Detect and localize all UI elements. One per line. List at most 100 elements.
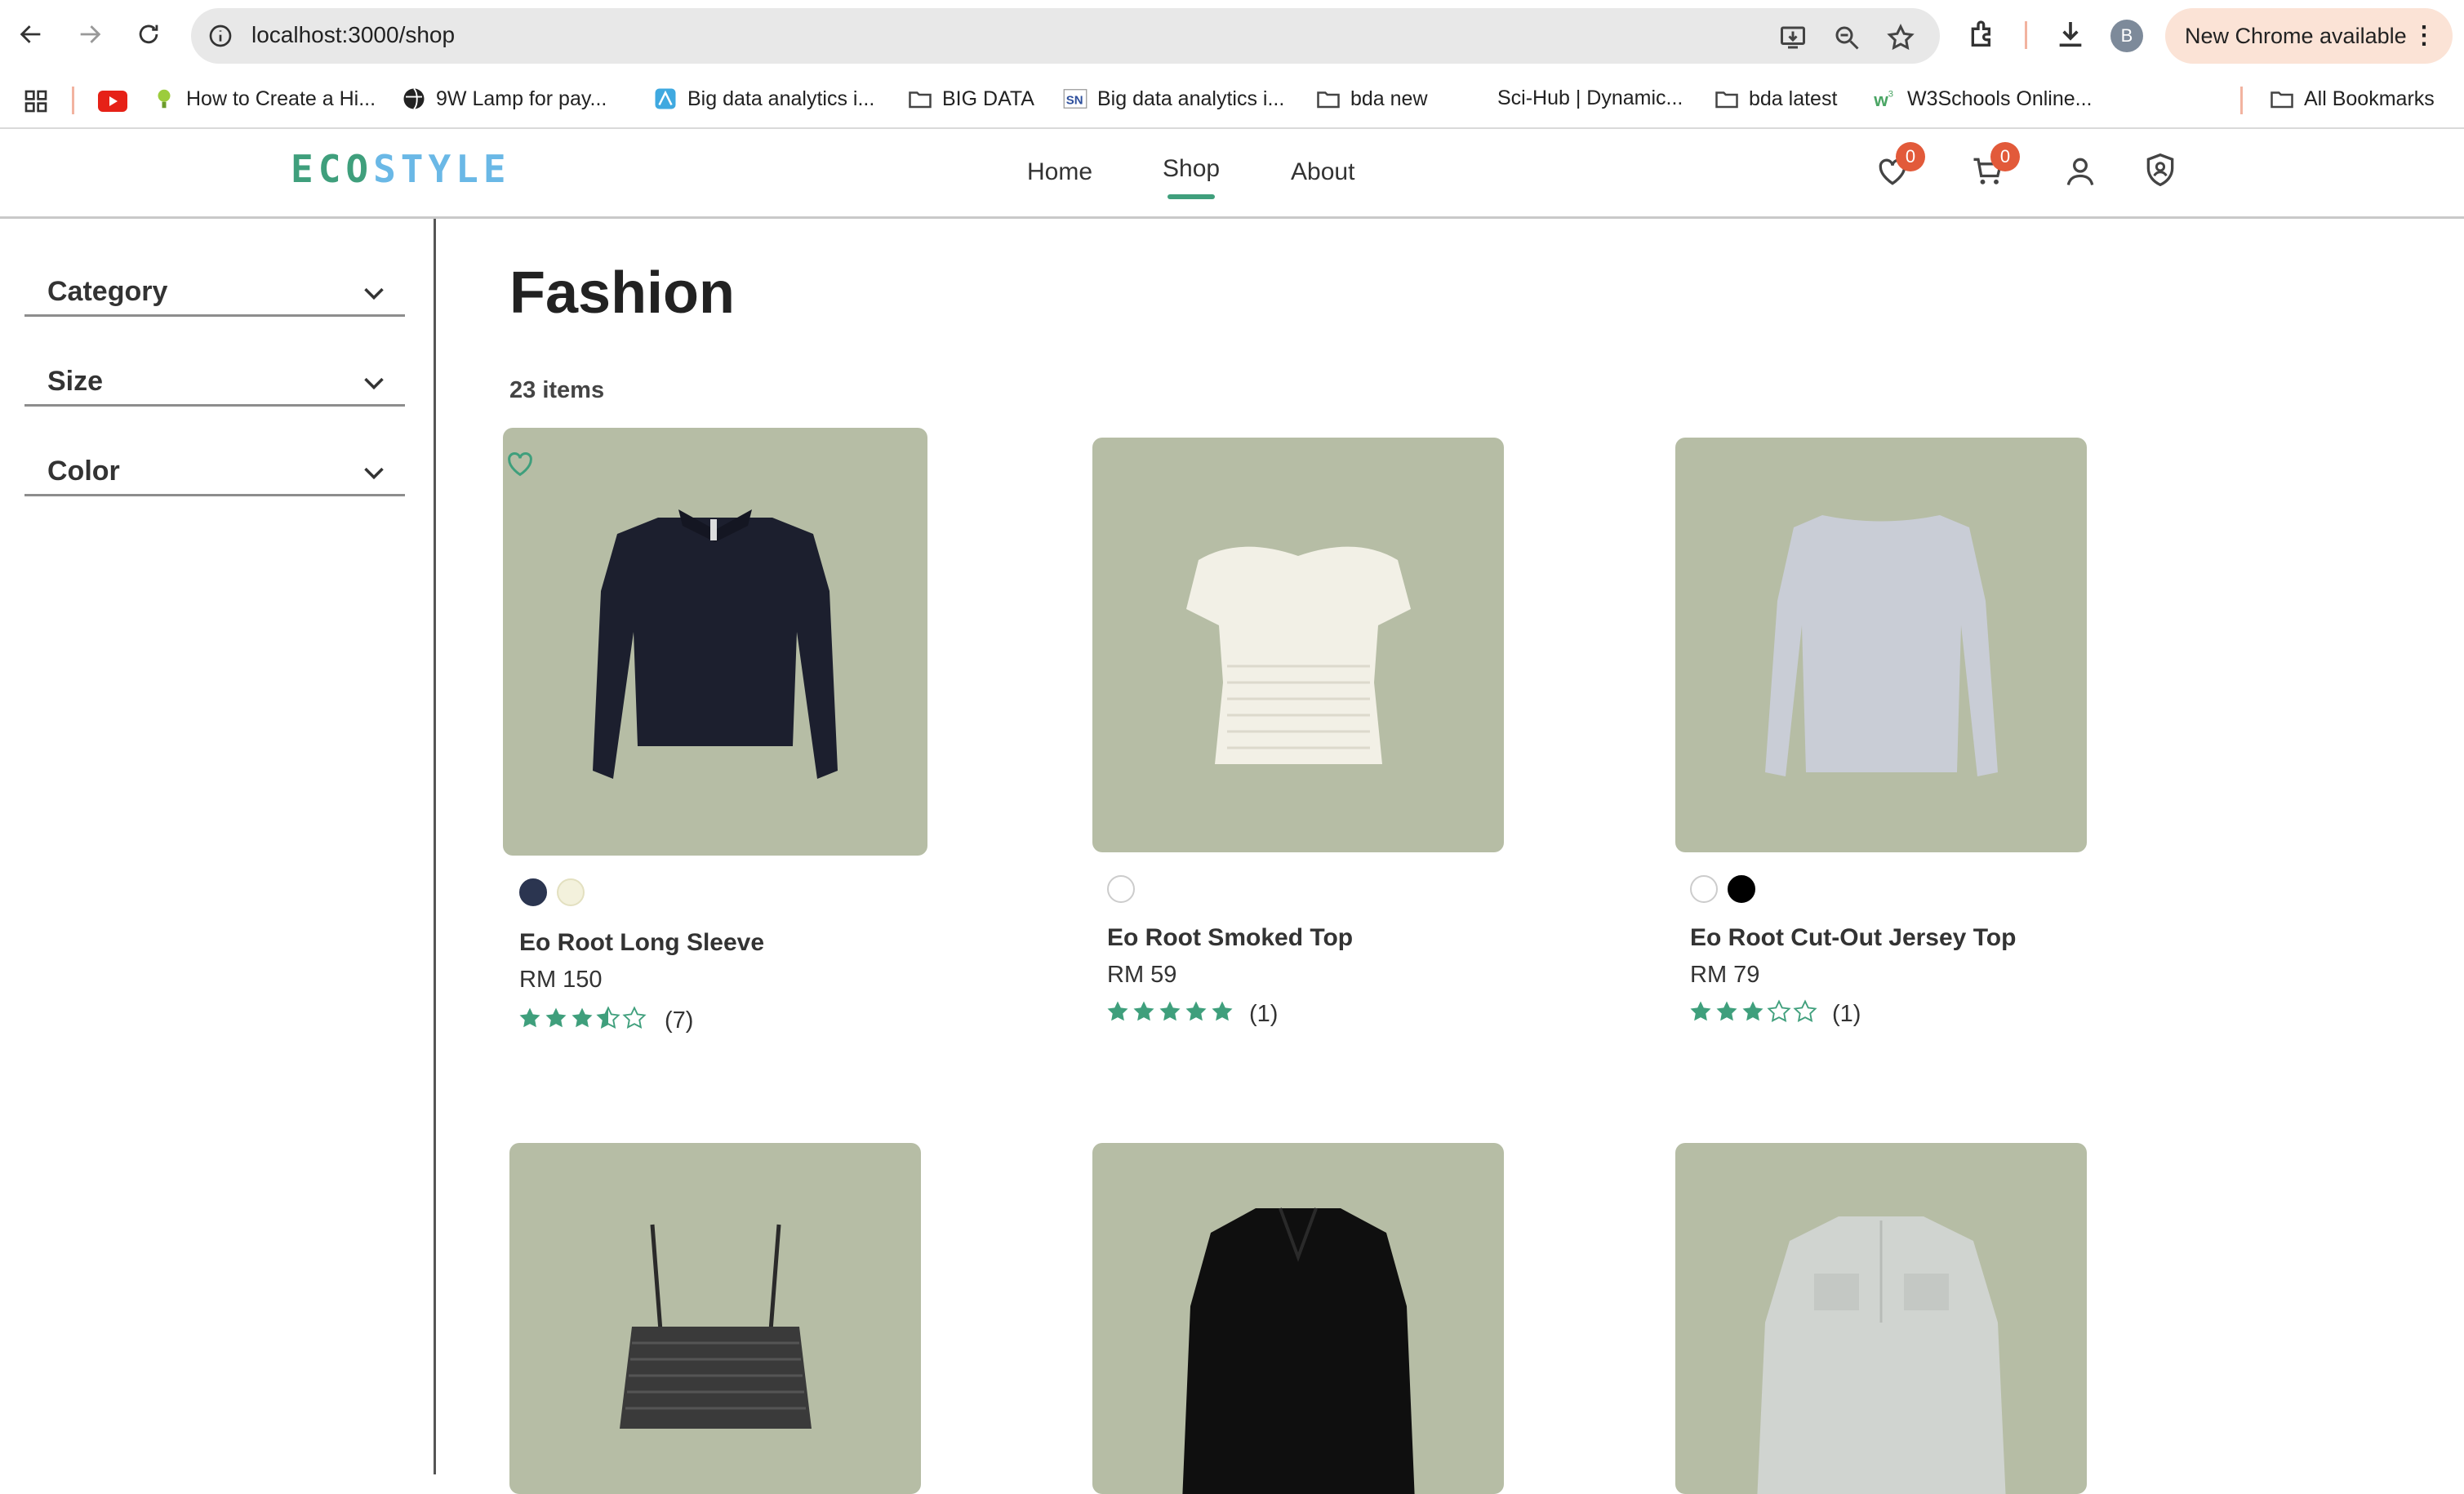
site-info-icon[interactable] [207,23,234,49]
review-count: (1) [1249,1001,1279,1027]
site-logo[interactable]: ECOSTYLE [291,147,511,191]
filter-sidebar: Category Size Color [0,219,436,1474]
filter-color[interactable]: Color [24,447,405,496]
folder-icon [1715,91,1738,109]
color-swatch[interactable] [557,878,585,906]
bookmark-folder[interactable]: BIG DATA [908,87,1034,111]
product-image[interactable] [509,1143,921,1494]
bookmark-label: Big data analytics i... [687,87,875,110]
chevron-down-icon [364,287,384,300]
profile-avatar[interactable]: B [2110,20,2143,52]
star-filled-icon [1690,1001,1711,1021]
product-image[interactable] [503,428,927,856]
filter-label: Color [47,456,120,487]
zoom-icon[interactable] [1832,23,1861,52]
install-app-icon[interactable] [1778,23,1808,52]
reload-icon[interactable] [129,15,168,54]
product-image[interactable] [1675,1143,2087,1494]
product-image[interactable] [1092,438,1504,852]
bookmark-label: Sci-Hub | Dynamic... [1497,87,1683,109]
product-price: RM 150 [519,967,603,993]
black-shirt-image [1182,1207,1415,1494]
star-filled-icon [519,1007,540,1028]
star-filled-icon [545,1007,567,1028]
user-icon[interactable] [2062,153,2098,189]
all-bookmarks-folder[interactable]: All Bookmarks [2270,87,2435,111]
apps-grid-icon[interactable] [23,88,49,114]
star-filled-icon [1107,1001,1128,1021]
bookmark-label: Big data analytics i... [1097,87,1285,110]
bookmarks-divider [72,87,74,114]
folder-icon [1317,91,1340,109]
bookmark-item[interactable]: Big data analytics i... [653,87,874,111]
bookmarks-bar: How to Create a Hi... 9W Lamp for pay...… [0,70,2464,129]
star-filled-icon [1185,1001,1207,1021]
bulb-icon [158,89,171,109]
downloads-icon[interactable] [2054,18,2087,51]
extensions-icon[interactable] [1966,18,1999,51]
new-chrome-label: New Chrome available [2185,23,2407,48]
browser-toolbar: localhost:3000/shop B New Chrome availab… [0,0,2464,70]
review-count: (1) [1832,1001,1861,1027]
nav-shop[interactable]: Shop [1163,155,1220,199]
nav-home[interactable]: Home [1027,158,1092,186]
svg-text:w: w [1873,90,1888,110]
rating-stars [518,1006,647,1030]
back-icon[interactable] [11,15,51,54]
product-name[interactable]: Eo Root Smoked Top [1107,924,1353,952]
product-name[interactable]: Eo Root Cut-Out Jersey Top [1690,924,2016,952]
bookmark-label: How to Create a Hi... [186,87,376,110]
chrome-menu-icon[interactable]: ⋮ [2412,21,2436,50]
star-half-icon [596,1006,620,1029]
color-swatch[interactable] [1728,875,1755,903]
wishlist-button[interactable]: 0 [1873,142,1925,193]
product-price: RM 79 [1690,962,1760,988]
folder-icon [909,91,932,109]
bookmark-folder[interactable]: bda new [1316,87,1428,111]
bookmark-label: 9W Lamp for pay... [436,87,607,110]
bookmark-folder[interactable]: bda latest [1715,87,1837,111]
heart-icon[interactable] [503,447,537,480]
product-image[interactable] [1675,438,2087,852]
product-name[interactable]: Eo Root Long Sleeve [519,929,764,957]
filter-size[interactable]: Size [24,358,405,407]
bookmark-item[interactable]: SN Big data analytics i... [1063,87,1284,111]
filter-category[interactable]: Category [24,268,405,317]
logo-style: STYLE [373,147,511,191]
page-title: Fashion [509,260,736,326]
url-text[interactable]: localhost:3000/shop [251,22,455,48]
item-count: 23 items [509,377,605,403]
svg-text:3: 3 [1888,90,1893,100]
bookmark-item[interactable]: Sci-Hub | Dynamic... [1497,87,1683,110]
bookmark-label: All Bookmarks [2304,87,2435,110]
wishlist-count-badge: 0 [1896,142,1925,171]
bookmark-item[interactable]: 9W Lamp for pay... [402,87,607,111]
new-chrome-button[interactable]: New Chrome available ⋮ [2165,8,2453,64]
forward-icon[interactable] [70,15,109,54]
star-filled-icon [1159,1001,1181,1021]
star-filled-icon [1716,1001,1737,1021]
svg-text:SN: SN [1066,93,1083,107]
star-empty-icon [1767,999,1791,1022]
nav-about[interactable]: About [1291,158,1354,186]
sweater-image [593,509,838,779]
color-swatch[interactable] [1107,875,1135,903]
product-price: RM 59 [1107,962,1177,988]
star-empty-icon [1793,999,1817,1022]
youtube-icon[interactable] [98,90,127,113]
bookmark-star-icon[interactable] [1886,23,1915,52]
bookmark-item[interactable]: How to Create a Hi... [152,87,376,111]
smocked-top-image [1186,546,1411,764]
review-count: (7) [665,1007,694,1034]
rating-stars [1688,999,1817,1024]
address-bar[interactable]: localhost:3000/shop [191,8,1940,64]
grey-blouse-image [1757,1216,2006,1494]
cart-button[interactable]: 0 [1968,142,2020,193]
color-swatch[interactable] [1690,875,1718,903]
toolbar-divider [2025,21,2027,49]
bookmark-item[interactable]: w3 W3Schools Online... [1873,87,2092,111]
smocked-cami-image [620,1224,812,1429]
product-image[interactable] [1092,1143,1504,1494]
color-swatch[interactable] [519,878,547,906]
admin-shield-icon[interactable] [2142,152,2178,188]
